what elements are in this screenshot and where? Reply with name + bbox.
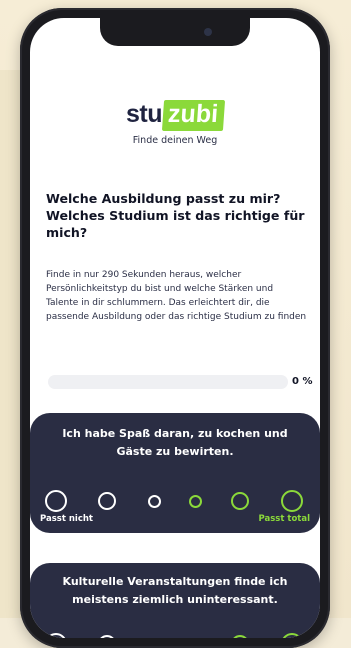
phone-notch <box>100 18 250 46</box>
answer-option-6[interactable] <box>281 633 303 638</box>
answer-option-4[interactable] <box>188 637 202 638</box>
question-text: Kulturelle Veranstaltungen finde ich mei… <box>62 575 288 606</box>
answer-option-1[interactable] <box>45 490 67 512</box>
answer-option-1[interactable] <box>45 633 67 638</box>
camera-icon <box>204 28 212 36</box>
answer-option-3[interactable] <box>147 494 161 508</box>
question-card-1: Ich habe Spaß daran, zu kochen und Gäste… <box>30 413 320 533</box>
answer-option-3[interactable] <box>147 637 161 638</box>
tagline: Finde deinen Weg <box>132 135 218 146</box>
quiz-headline: Welche Ausbildung passt zu mir? Welches … <box>46 191 305 240</box>
progress-bar <box>48 375 288 389</box>
answer-option-5[interactable] <box>231 492 249 510</box>
answer-option-4[interactable] <box>188 494 202 508</box>
answer-option-6[interactable] <box>281 490 303 512</box>
logo-text-zubi: zubi <box>161 100 226 131</box>
scale-label-right: Passt total <box>258 514 311 524</box>
answer-option-5[interactable] <box>231 635 249 638</box>
question-text: Ich habe Spaß daran, zu kochen und Gäste… <box>62 427 288 458</box>
phone-screen: stu zubi Finde deinen Weg Welche Ausbildu… <box>30 18 320 638</box>
scale-label-left: Passt nicht <box>40 514 93 524</box>
question-card-2: Kulturelle Veranstaltungen finde ich mei… <box>30 563 320 638</box>
progress-label: 0 % <box>292 376 313 387</box>
logo-text-stu: stu <box>126 100 163 128</box>
phone-frame: stu zubi Finde deinen Weg Welche Ausbildu… <box>20 8 330 648</box>
answer-option-2[interactable] <box>98 635 116 638</box>
stuzubi-logo: stu zubi <box>30 100 320 131</box>
answer-option-2[interactable] <box>98 492 116 510</box>
quiz-description: Finde in nur 290 Sekunden heraus, welche… <box>46 270 307 322</box>
